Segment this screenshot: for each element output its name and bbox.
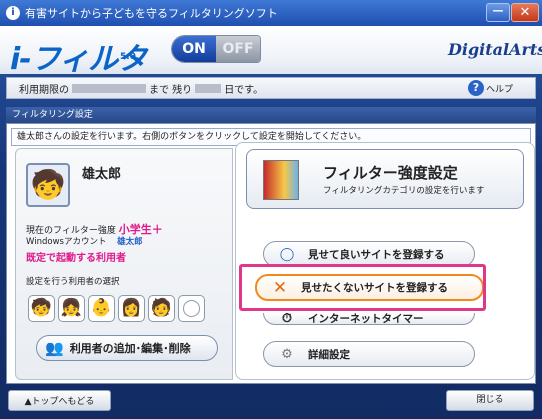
brand-logo: DigitalArts. [448,40,542,59]
advanced-settings-label: 詳細設定 [308,348,350,361]
title-bar: i 有害サイトから子どもを守るフィルタリングソフト — ✕ [0,0,542,26]
panel-title: フィルタリング設定 [6,107,536,123]
internet-timer-button[interactable]: ⏱ インターネットタイマー [263,313,475,325]
timer-icon: ⏱ [281,313,293,325]
help-button[interactable]: ? ヘルプ [468,80,513,96]
help-label: ヘルプ [486,84,514,95]
users-icon: 👥 [45,339,64,357]
help-icon: ? [468,80,484,96]
footer-bar: ▲トップへもどる 閉じる [0,386,542,419]
toggle-on[interactable]: ON [172,36,216,62]
license-suffix: 日です。 [224,84,264,96]
license-status-bar: 利用期限の まで 残り 日です。 [6,77,536,99]
add-user-label: 利用者の追加･編集･削除 [69,342,191,355]
filter-on-off-toggle[interactable]: ON OFF [171,35,261,63]
toggle-off[interactable]: OFF [216,36,260,62]
internet-timer-label: インターネットタイマー [308,313,424,325]
user-face-icon[interactable]: 👩 [118,295,145,322]
default-user-label: 既定で起動する利用者 [26,253,126,264]
user-avatar: 🧒 [26,163,70,207]
license-middle: まで 残り [149,84,193,96]
windows-account-line: Windowsアカウント 雄太郎 [26,235,143,247]
filter-strength-subtitle: フィルタリングカテゴリの設定を行います [323,186,485,196]
windows-account-label: Windowsアカウント [26,237,107,247]
app-info-icon: i [6,6,20,20]
license-prefix: 利用期限の [19,84,69,96]
close-window-button[interactable]: ✕ [511,3,539,22]
user-name: 雄太郎 [82,167,122,182]
filter-strength-title: フィルター強度設定 [323,164,458,182]
windows-account-value: 雄太郎 [117,237,143,247]
app-version: 5.0. [120,52,140,62]
actions-card: フィルター強度設定 フィルタリングカテゴリの設定を行います ◯ 見せて良いサイト… [235,142,535,380]
user-face-icon[interactable]: 👶 [88,295,115,322]
user-face-icon[interactable]: 🧑 [148,295,175,322]
highlight-frame [239,264,486,311]
advanced-settings-button[interactable]: ⚙ 詳細設定 [263,341,475,367]
circle-icon: ◯ [279,246,295,262]
user-select-faces: 🧒 👧 👶 👩 🧑 ◯ [28,295,205,322]
app-header: i-フィルタ 5.0. ON OFF DigitalArts. [0,26,542,77]
redacted-days [195,83,222,93]
register-allowed-sites-label: 見せて良いサイトを登録する [308,248,445,261]
filtering-settings-panel: 雄太郎さんの設定を行います。右側のボタンをクリックして設定を開始してください。 … [6,123,536,384]
gear-icon: ⚙ [281,346,293,362]
window-title: 有害サイトから子どもを守るフィルタリングソフト [25,7,278,20]
redacted-date [72,83,146,93]
user-select-label: 設定を行う利用者の選択 [26,277,120,287]
user-face-icon[interactable]: 👧 [58,295,85,322]
back-to-top-button[interactable]: ▲トップへもどる [8,390,111,411]
empty-user-slot-icon[interactable]: ◯ [178,295,205,322]
minimize-button[interactable]: — [486,3,510,22]
filter-strength-button[interactable]: フィルター強度設定 フィルタリングカテゴリの設定を行います [246,149,524,209]
app-window: i 有害サイトから子どもを守るフィルタリングソフト — ✕ i-フィルタ 5.0… [0,0,542,419]
filter-strength-icon [263,160,299,200]
close-button[interactable]: 閉じる [446,390,534,411]
user-face-icon[interactable]: 🧒 [28,295,55,322]
user-info-card: 🧒 雄太郎 現在のフィルター強度 小学生＋ Windowsアカウント 雄太郎 既… [15,148,233,380]
add-edit-delete-user-button[interactable]: 👥 利用者の追加･編集･削除 [36,335,218,361]
